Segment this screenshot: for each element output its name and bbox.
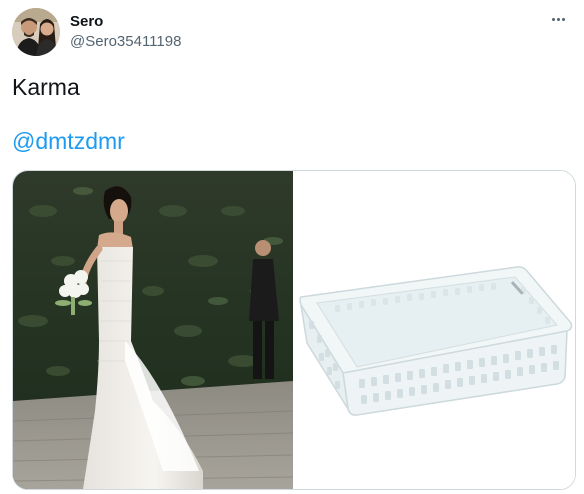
tweet-header: Sero @Sero35411198	[12, 8, 572, 58]
more-options-button[interactable]	[544, 10, 572, 30]
author-handle[interactable]: @Sero35411198	[70, 32, 181, 52]
tweet-media	[12, 170, 576, 490]
tweet-text: Karma	[12, 74, 80, 100]
author-display-name[interactable]: Sero	[70, 12, 181, 32]
photo-basket[interactable]	[295, 171, 575, 489]
photo-bride[interactable]	[13, 171, 293, 489]
more-horizontal-icon	[544, 10, 572, 30]
tweet-author[interactable]: Sero @Sero35411198	[70, 12, 181, 52]
mention-link[interactable]: @dmtzdmr	[12, 126, 125, 156]
avatar[interactable]	[12, 8, 60, 56]
